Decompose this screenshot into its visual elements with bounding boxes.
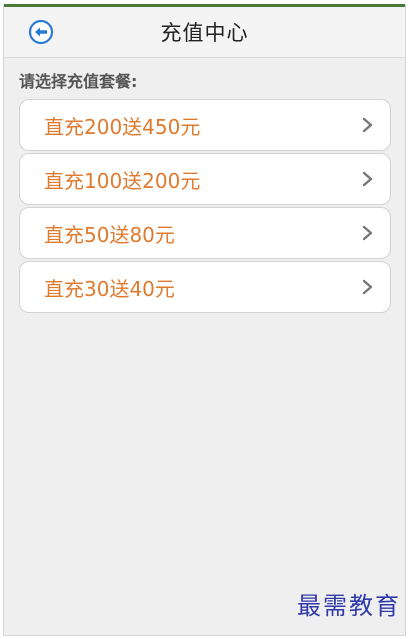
app-frame: 充值中心 请选择充值套餐: 直充200送450元 直充100送200元 直充50… xyxy=(3,4,406,636)
package-label: 直充100送200元 xyxy=(44,169,201,193)
package-item-50[interactable]: 直充50送80元 xyxy=(19,207,391,259)
chevron-right-icon xyxy=(362,171,373,187)
header-bar: 充值中心 xyxy=(4,7,405,58)
chevron-right-icon xyxy=(362,225,373,241)
package-label: 直充50送80元 xyxy=(44,223,175,247)
chevron-right-icon xyxy=(362,117,373,133)
package-item-30[interactable]: 直充30送40元 xyxy=(19,261,391,313)
select-package-prompt: 请选择充值套餐: xyxy=(19,72,138,91)
package-label: 直充200送450元 xyxy=(44,115,201,139)
page-title: 充值中心 xyxy=(160,21,249,45)
package-label: 直充30送40元 xyxy=(44,277,175,301)
package-list: 直充200送450元 直充100送200元 直充50送80元 直充30送40元 xyxy=(19,99,391,315)
watermark-text: 最需教育 xyxy=(297,592,401,620)
package-item-100[interactable]: 直充100送200元 xyxy=(19,153,391,205)
package-item-200[interactable]: 直充200送450元 xyxy=(19,99,391,151)
chevron-right-icon xyxy=(362,279,373,295)
